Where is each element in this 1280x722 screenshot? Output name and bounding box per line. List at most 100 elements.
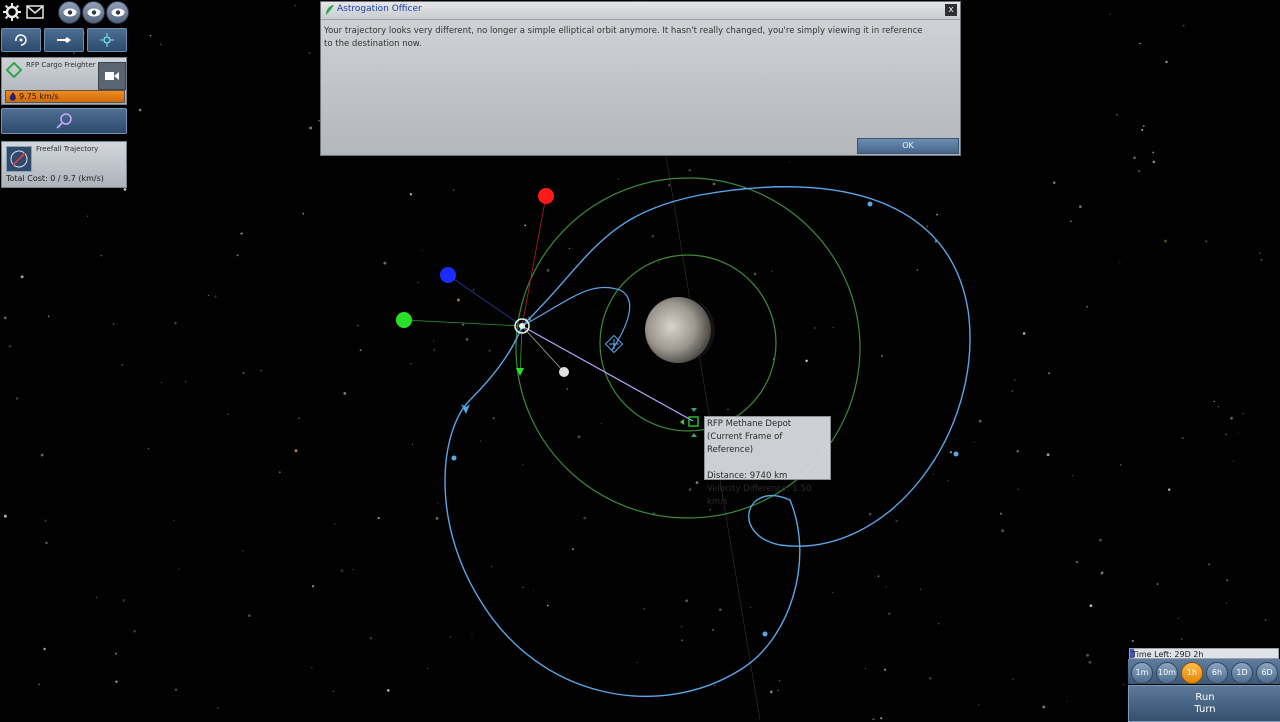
star (1075, 561, 1078, 564)
dialog-message: Your trajectory looks very different, no… (324, 26, 923, 49)
depot-marker-icon[interactable] (680, 408, 699, 437)
star (456, 298, 460, 302)
gear-icon[interactable] (1, 1, 23, 23)
star (1088, 660, 1092, 664)
star (369, 637, 373, 640)
star (20, 275, 24, 279)
star (412, 444, 413, 446)
dialog-title: Astrogation Officer (337, 4, 422, 14)
frame-of-reference-label: (Current Frame of Reference) (707, 432, 783, 455)
time-step-10m[interactable]: 10m (1156, 662, 1178, 684)
star (1213, 400, 1215, 403)
trajectory-node[interactable] (451, 455, 457, 461)
trajectory-node[interactable] (867, 201, 873, 207)
retrograde-handle[interactable] (559, 367, 569, 377)
star (546, 604, 549, 607)
trajectory-node[interactable] (953, 451, 959, 457)
star (1165, 60, 1168, 64)
target-name: RFP Methane Depot (707, 419, 792, 429)
dialog-title-bar[interactable]: Astrogation Officer x (321, 2, 960, 20)
star (279, 471, 281, 473)
star (417, 281, 419, 283)
star (713, 684, 716, 687)
close-button[interactable]: x (945, 4, 957, 16)
star (926, 225, 929, 228)
star (1013, 378, 1016, 381)
star (343, 391, 347, 395)
time-step-1m[interactable]: 1m (1131, 662, 1153, 684)
star (577, 435, 581, 439)
trajectory-button[interactable] (6, 146, 32, 172)
ok-button[interactable]: OK (857, 138, 959, 154)
star (524, 224, 527, 227)
star (44, 519, 47, 522)
star (435, 516, 439, 520)
star (712, 628, 715, 631)
time-step-6h[interactable]: 6h (1206, 662, 1228, 684)
star (522, 464, 524, 466)
star (465, 338, 469, 341)
eye-icon[interactable] (82, 1, 105, 24)
star (87, 215, 89, 217)
star (712, 182, 716, 186)
ship-type-icon (6, 62, 22, 78)
trajectory-node[interactable] (762, 631, 768, 637)
fleet-button[interactable] (44, 28, 84, 52)
ship-card[interactable]: RFP Cargo Freighter 9.75 km/s (1, 57, 127, 105)
star (868, 512, 872, 516)
star (571, 548, 574, 551)
star (217, 707, 219, 709)
star (719, 608, 722, 611)
camera-button[interactable] (98, 62, 126, 90)
star (15, 397, 19, 400)
periapsis-marker-icon[interactable] (604, 334, 624, 354)
star (95, 596, 98, 599)
star (1119, 463, 1122, 466)
star (916, 269, 919, 271)
time-step-1h[interactable]: 1h (1181, 662, 1203, 684)
trajectory-card[interactable]: Freefall Trajectory Total Cost: 0 / 9.7 … (1, 141, 127, 188)
star (294, 4, 296, 7)
star (185, 381, 187, 383)
star (1011, 390, 1013, 392)
star (617, 178, 619, 180)
star (1046, 453, 1050, 457)
target-select-button[interactable] (87, 28, 127, 52)
star (1259, 252, 1261, 254)
star (583, 516, 587, 520)
star (1217, 406, 1219, 408)
star (813, 326, 817, 330)
normal-handle[interactable] (440, 267, 456, 283)
star (643, 607, 646, 610)
eye-icon[interactable] (106, 1, 129, 24)
star (1131, 639, 1134, 642)
star (121, 364, 123, 366)
star (240, 232, 243, 235)
search-button[interactable] (1, 108, 127, 134)
star (1022, 332, 1026, 335)
orbit-refresh-button[interactable] (1, 28, 41, 52)
star (727, 408, 729, 411)
star (214, 295, 217, 298)
star (657, 261, 660, 264)
run-turn-button[interactable]: Run Turn (1128, 685, 1280, 722)
star (1101, 571, 1104, 574)
time-step-6d[interactable]: 6D (1256, 662, 1278, 684)
mail-icon[interactable] (24, 1, 46, 23)
star (749, 607, 751, 609)
star (236, 254, 239, 257)
eye-icon[interactable] (58, 1, 81, 24)
time-step-1d[interactable]: 1D (1231, 662, 1253, 684)
moon-body[interactable] (645, 297, 715, 363)
star (1078, 205, 1082, 209)
star (377, 517, 380, 519)
star (928, 676, 932, 680)
star (1133, 156, 1136, 160)
star (1238, 432, 1239, 434)
prograde-handle[interactable] (538, 188, 554, 204)
radial-handle[interactable] (396, 312, 412, 328)
star (160, 43, 162, 46)
star (1016, 450, 1019, 453)
star (488, 349, 491, 352)
star (789, 161, 791, 163)
